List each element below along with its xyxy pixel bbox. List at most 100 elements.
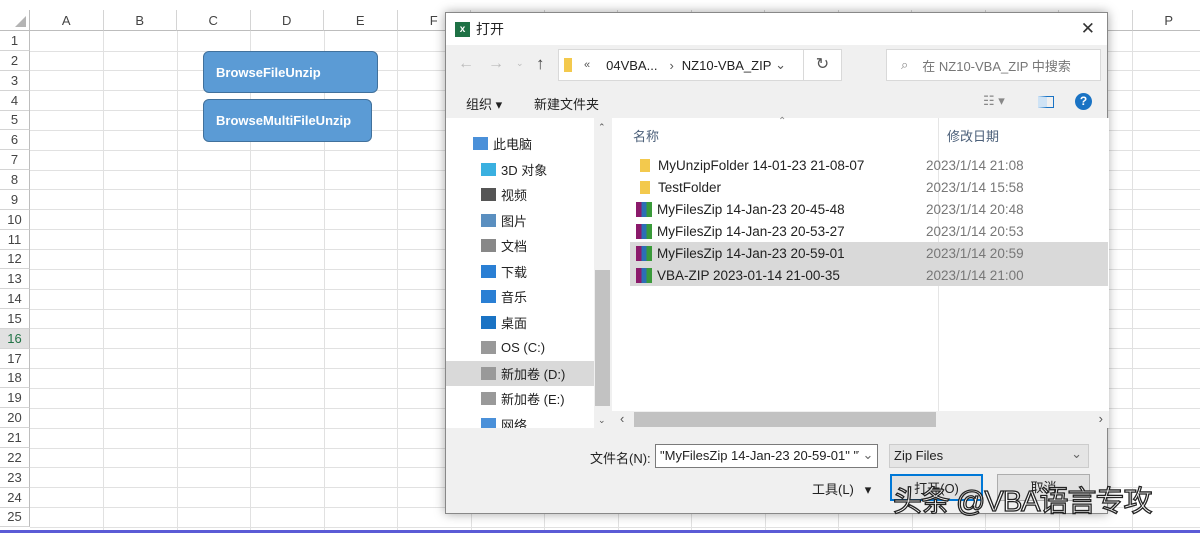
nav-item[interactable]: OS (C:) bbox=[446, 335, 594, 360]
file-row[interactable]: MyUnzipFolder 14-01-23 21-08-07 2023/1/14… bbox=[630, 154, 1108, 176]
nav-item[interactable]: 网络 bbox=[446, 412, 594, 428]
nav-item-label: OS (C:) bbox=[501, 340, 546, 355]
back-arrow-icon[interactable]: ← bbox=[458, 55, 474, 73]
row-header[interactable]: 9 bbox=[0, 189, 30, 210]
row-header[interactable]: 17 bbox=[0, 348, 30, 369]
gridline bbox=[176, 31, 178, 533]
column-header[interactable]: B bbox=[103, 10, 177, 31]
file-row[interactable]: MyFilesZip 14-Jan-23 20-59-01 2023/1/14 2… bbox=[630, 242, 1108, 264]
up-arrow-icon[interactable]: ↑ bbox=[536, 54, 545, 74]
breadcrumb-04vba[interactable]: 04VBA... bbox=[606, 58, 657, 73]
music-icon bbox=[481, 290, 496, 303]
column-header[interactable]: D bbox=[250, 10, 324, 31]
file-date: 2023/1/14 20:48 bbox=[926, 201, 1024, 217]
row-header[interactable]: 11 bbox=[0, 229, 30, 250]
video-icon bbox=[481, 188, 496, 201]
view-options-icon[interactable]: ☷ ▾ bbox=[983, 93, 1005, 109]
breadcrumb-nz10[interactable]: NZ10-VBA_ZIP bbox=[682, 58, 772, 73]
row-header[interactable]: 8 bbox=[0, 169, 30, 190]
horizontal-scrollbar[interactable]: ‹ › bbox=[612, 411, 1109, 428]
address-dropdown-icon[interactable]: ⌄ bbox=[775, 57, 786, 73]
filename-input[interactable]: "MyFilesZip 14-Jan-23 20-59-01" "VBA-ZIP… bbox=[655, 444, 878, 468]
organize-menu[interactable]: 组织 ▾ bbox=[466, 94, 502, 113]
row-header[interactable]: 6 bbox=[0, 130, 30, 151]
file-name: MyFilesZip 14-Jan-23 20-45-48 bbox=[657, 201, 845, 217]
file-row[interactable]: MyFilesZip 14-Jan-23 20-53-27 2023/1/14 2… bbox=[630, 220, 1108, 242]
row-header[interactable]: 20 bbox=[0, 408, 30, 429]
filename-value: "MyFilesZip 14-Jan-23 20-59-01" "VBA-ZIP… bbox=[660, 448, 877, 463]
row-header[interactable]: 15 bbox=[0, 308, 30, 329]
nav-item[interactable]: 新加卷 (D:) bbox=[446, 360, 594, 386]
filename-dropdown-icon[interactable]: ⌄ bbox=[859, 445, 877, 467]
horizontal-scroll-thumb[interactable] bbox=[634, 412, 936, 427]
row-header[interactable]: 25 bbox=[0, 507, 30, 528]
row-header[interactable]: 24 bbox=[0, 487, 30, 508]
row-header[interactable]: 1 bbox=[0, 31, 30, 51]
file-date: 2023/1/14 21:08 bbox=[926, 157, 1024, 173]
watermark: 头条 @VBA语言专攻 bbox=[892, 485, 1153, 518]
nav-scroll-thumb[interactable] bbox=[595, 270, 610, 406]
nav-item-label: 桌面 bbox=[501, 315, 528, 331]
row-header[interactable]: 14 bbox=[0, 289, 30, 310]
row-header[interactable]: 13 bbox=[0, 269, 30, 290]
row-header[interactable]: 18 bbox=[0, 368, 30, 389]
tools-menu[interactable]: 工具(L) ▾ bbox=[812, 479, 871, 498]
file-type-select[interactable]: Zip Files ⌄ bbox=[889, 444, 1089, 468]
close-icon[interactable]: ✕ bbox=[1081, 19, 1095, 39]
row-header[interactable]: 16 bbox=[0, 328, 30, 349]
column-header[interactable]: A bbox=[30, 10, 104, 31]
file-row[interactable]: MyFilesZip 14-Jan-23 20-45-48 2023/1/14 2… bbox=[630, 198, 1108, 220]
file-date: 2023/1/14 21:00 bbox=[926, 267, 1024, 283]
row-header[interactable]: 3 bbox=[0, 70, 30, 91]
browse-multi-file-unzip-button[interactable]: BrowseMultiFileUnzip bbox=[203, 99, 372, 142]
column-header[interactable]: C bbox=[177, 10, 251, 31]
column-header[interactable]: E bbox=[324, 10, 398, 31]
file-name: VBA-ZIP 2023-01-14 21-00-35 bbox=[657, 267, 840, 283]
nav-item[interactable]: 图片 bbox=[446, 208, 594, 233]
file-date: 2023/1/14 15:58 bbox=[926, 179, 1024, 195]
breadcrumb-overflow[interactable]: « bbox=[584, 59, 590, 71]
refresh-icon[interactable]: ↻ bbox=[803, 50, 841, 80]
nav-item[interactable]: 文档 bbox=[446, 233, 594, 258]
preview-pane-icon[interactable] bbox=[1038, 96, 1054, 108]
row-header[interactable]: 12 bbox=[0, 249, 30, 270]
nav-item[interactable]: 此电脑 bbox=[446, 131, 594, 156]
row-header[interactable]: 7 bbox=[0, 150, 30, 171]
row-header[interactable]: 19 bbox=[0, 388, 30, 409]
nav-item[interactable]: 3D 对象 bbox=[446, 157, 594, 182]
address-bar[interactable]: « 04VBA... › NZ10-VBA_ZIP ⌄ ↻ bbox=[558, 49, 842, 81]
nav-item[interactable]: 新加卷 (E:) bbox=[446, 386, 594, 411]
select-all-corner[interactable] bbox=[0, 10, 30, 31]
recent-dropdown-icon[interactable]: ⌄ bbox=[516, 58, 524, 69]
new-folder-button[interactable]: 新建文件夹 bbox=[534, 94, 599, 113]
zip-archive-icon bbox=[636, 267, 652, 283]
nav-item-label: 视频 bbox=[501, 188, 528, 203]
nav-item[interactable]: 视频 bbox=[446, 182, 594, 207]
gridline bbox=[397, 31, 398, 533]
nav-item-label: 下载 bbox=[501, 264, 528, 280]
forward-arrow-icon[interactable]: → bbox=[488, 55, 504, 73]
help-icon[interactable]: ? bbox=[1075, 93, 1092, 110]
nav-item[interactable]: 下载 bbox=[446, 259, 594, 284]
file-row[interactable]: VBA-ZIP 2023-01-14 21-00-35 2023/1/14 21:… bbox=[630, 264, 1108, 286]
row-header[interactable]: 10 bbox=[0, 209, 30, 230]
row-header[interactable]: 23 bbox=[0, 467, 30, 488]
folder-icon bbox=[564, 58, 572, 72]
row-header[interactable]: 4 bbox=[0, 90, 30, 111]
excel-icon: x bbox=[455, 21, 470, 37]
browse-file-unzip-button[interactable]: BrowseFileUnzip bbox=[203, 51, 378, 93]
file-name: TestFolder bbox=[658, 179, 722, 195]
search-box[interactable]: ⌕ 在 NZ10-VBA_ZIP 中搜索 bbox=[886, 49, 1101, 81]
column-header-name[interactable]: 名称 bbox=[633, 126, 659, 145]
file-name: MyFilesZip 14-Jan-23 20-53-27 bbox=[657, 223, 845, 239]
row-header[interactable]: 21 bbox=[0, 428, 30, 448]
nav-scrollbar[interactable]: ⌃ ⌄ bbox=[594, 118, 611, 428]
file-row[interactable]: TestFolder 2023/1/14 15:58 bbox=[630, 176, 1108, 198]
row-header[interactable]: 5 bbox=[0, 110, 30, 131]
nav-item[interactable]: 桌面 bbox=[446, 310, 594, 335]
column-header[interactable]: P bbox=[1132, 10, 1200, 31]
nav-item[interactable]: 音乐 bbox=[446, 284, 594, 309]
row-header[interactable]: 22 bbox=[0, 447, 30, 468]
row-header[interactable]: 2 bbox=[0, 50, 30, 71]
search-icon: ⌕ bbox=[901, 57, 909, 72]
